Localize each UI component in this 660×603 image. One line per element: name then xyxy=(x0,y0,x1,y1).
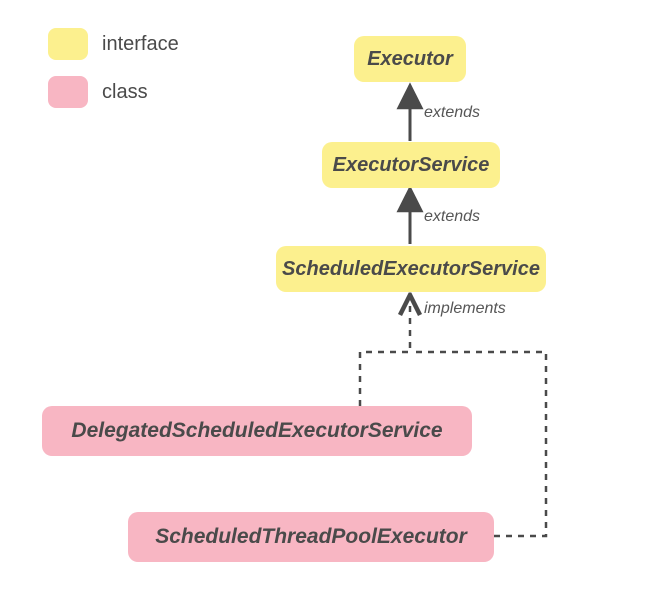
edge-label-implements: implements xyxy=(424,300,506,318)
edge-label-extends-2: extends xyxy=(424,208,480,226)
legend-item-interface: interface xyxy=(48,28,179,60)
legend-label-interface: interface xyxy=(102,33,179,56)
node-delegated-scheduled-executor-service-label: DelegatedScheduledExecutorService xyxy=(71,419,442,443)
node-scheduled-executor-service: ScheduledExecutorService xyxy=(276,246,546,292)
node-scheduled-thread-pool-executor: ScheduledThreadPoolExecutor xyxy=(128,512,494,562)
node-executor-service: ExecutorService xyxy=(322,142,500,188)
node-executor-service-label: ExecutorService xyxy=(333,154,490,177)
legend-item-class: class xyxy=(48,76,179,108)
edge-label-extends-1: extends xyxy=(424,104,480,122)
node-delegated-scheduled-executor-service: DelegatedScheduledExecutorService xyxy=(42,406,472,456)
legend-swatch-interface xyxy=(48,28,88,60)
node-executor-label: Executor xyxy=(367,48,453,71)
legend: interface class xyxy=(48,28,179,124)
edge-implements-delegated xyxy=(360,295,410,406)
node-executor: Executor xyxy=(354,36,466,82)
legend-label-class: class xyxy=(102,81,148,104)
node-scheduled-executor-service-label: ScheduledExecutorService xyxy=(282,258,540,281)
node-scheduled-thread-pool-executor-label: ScheduledThreadPoolExecutor xyxy=(155,525,467,549)
legend-swatch-class xyxy=(48,76,88,108)
